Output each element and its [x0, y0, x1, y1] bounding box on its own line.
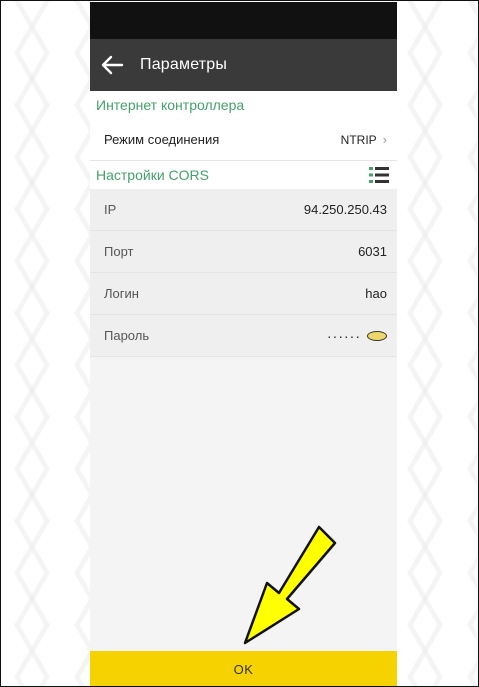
annotation-arrow-icon	[243, 525, 337, 645]
list-icon[interactable]	[369, 166, 389, 184]
page-title: Параметры	[140, 56, 228, 73]
arrow-left-icon[interactable]	[100, 54, 126, 76]
password-row[interactable]: Пароль ······	[90, 315, 397, 357]
login-value: hao	[365, 286, 387, 301]
app-bar: Параметры	[90, 39, 397, 91]
ip-value: 94.250.250.43	[303, 202, 387, 217]
background-pattern-right	[395, 1, 477, 686]
login-row[interactable]: Логин hao	[90, 273, 397, 315]
ip-row[interactable]: IP 94.250.250.43	[90, 189, 397, 231]
connection-mode-row[interactable]: Режим соединения NTRIP ›	[90, 119, 397, 161]
port-row[interactable]: Порт 6031	[90, 231, 397, 273]
ok-button[interactable]: OK	[90, 651, 397, 686]
chevron-right-icon: ›	[382, 132, 387, 147]
password-value-wrap: ······	[327, 328, 387, 344]
section-title-cors: Настройки CORS	[96, 167, 209, 183]
connection-mode-label: Режим соединения	[104, 132, 220, 147]
connection-mode-value: NTRIP	[340, 132, 377, 147]
background-pattern-left	[2, 1, 90, 686]
password-value: ······	[327, 327, 361, 344]
eye-icon[interactable]	[367, 330, 387, 341]
section-header-cors: Настройки CORS	[90, 161, 397, 189]
status-bar	[90, 2, 397, 39]
connection-mode-value-wrap: NTRIP ›	[341, 132, 387, 147]
port-value: 6031	[358, 244, 387, 259]
port-label: Порт	[104, 244, 134, 259]
login-label: Логин	[104, 286, 139, 301]
ip-label: IP	[104, 202, 117, 217]
screenshot-frame: Параметры Интернет контроллера Режим сое…	[0, 0, 479, 687]
password-label: Пароль	[104, 328, 150, 343]
section-header-internet: Интернет контроллера	[90, 91, 397, 119]
section-title-internet: Интернет контроллера	[96, 97, 245, 113]
